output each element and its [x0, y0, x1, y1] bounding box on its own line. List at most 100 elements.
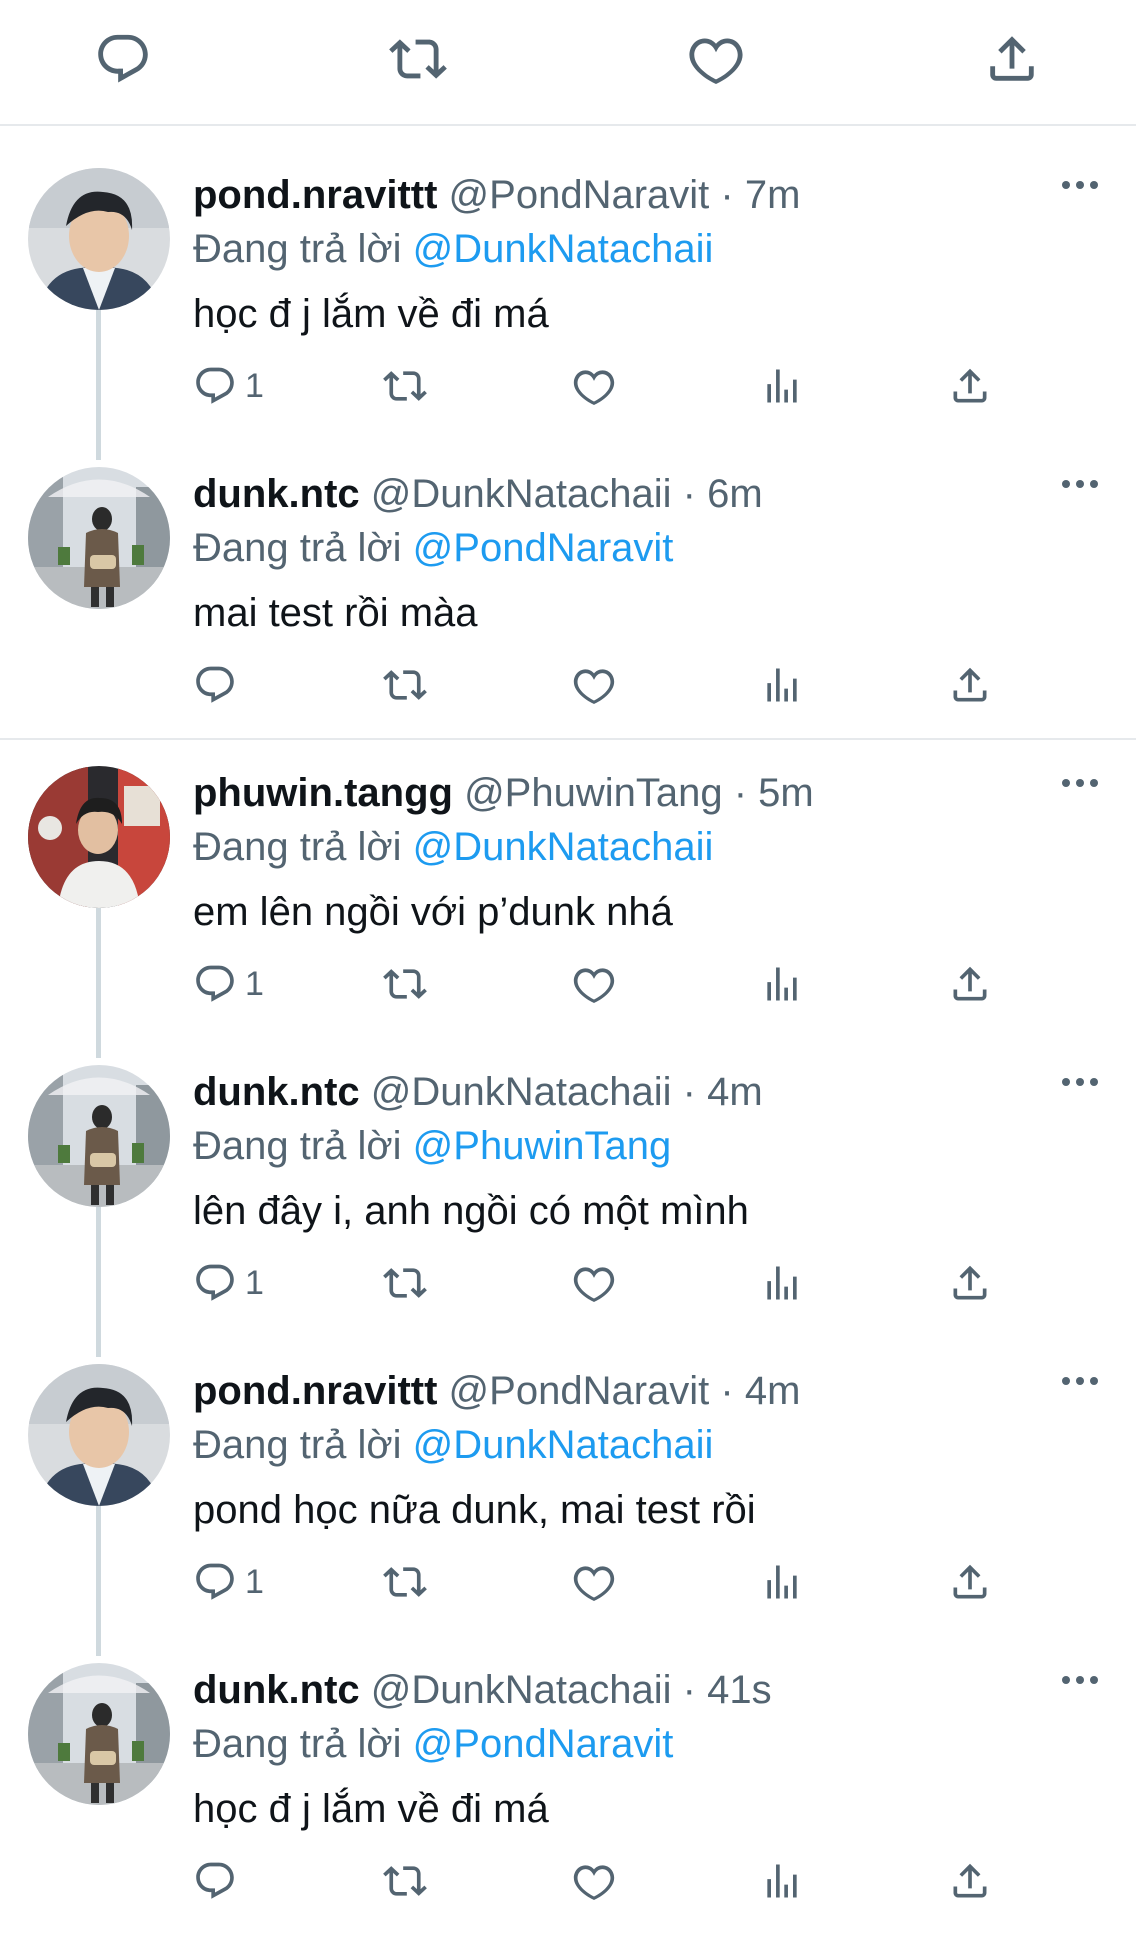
display-name[interactable]: dunk.ntc — [193, 472, 360, 516]
tweet[interactable]: pond.nravittt @PondNaravit · 7m Đang trả… — [0, 138, 1136, 438]
tweet-header: dunk.ntc @DunkNatachaii · 4m — [193, 1069, 763, 1115]
reply-button[interactable]: 1 — [193, 1260, 264, 1306]
timestamp[interactable]: · 5m — [734, 771, 814, 815]
views-icon — [760, 1261, 804, 1305]
display-name[interactable]: pond.nravittt — [193, 173, 437, 217]
tweet-actions — [0, 1858, 1136, 1908]
more-options-icon[interactable] — [1060, 1374, 1100, 1394]
reply-icon — [193, 1560, 237, 1604]
reply-icon[interactable] — [94, 30, 152, 88]
avatar[interactable] — [28, 467, 170, 609]
retweet-icon — [383, 962, 427, 1006]
tweet-text: pond học nữa dunk, mai test rồi — [193, 1488, 756, 1532]
replying-to-label: Đang trả lời — [193, 1124, 402, 1168]
user-handle[interactable]: @PondNaravit — [449, 1369, 710, 1413]
user-handle[interactable]: @DunkNatachaii — [371, 1070, 672, 1114]
share-icon — [948, 364, 992, 408]
user-handle[interactable]: @PondNaravit — [449, 173, 710, 217]
tweet[interactable]: pond.nravittt @PondNaravit · 4m Đang trả… — [0, 1334, 1136, 1634]
tweet-header: dunk.ntc @DunkNatachaii · 41s — [193, 1667, 772, 1713]
mention-link[interactable]: @DunkNatachaii — [413, 227, 714, 271]
share-icon[interactable] — [983, 30, 1041, 88]
like-button[interactable] — [572, 1559, 616, 1605]
replying-to-label: Đang trả lời — [193, 526, 402, 570]
tweet-text: lên đây i, anh ngồi có một mình — [193, 1189, 749, 1233]
timestamp[interactable]: · 4m — [683, 1070, 763, 1114]
display-name[interactable]: dunk.ntc — [193, 1668, 360, 1712]
retweet-icon — [383, 364, 427, 408]
user-handle[interactable]: @DunkNatachaii — [371, 472, 672, 516]
replying-to-label: Đang trả lời — [193, 1722, 402, 1766]
like-button[interactable] — [572, 1260, 616, 1306]
heart-icon — [572, 962, 616, 1006]
share-button[interactable] — [948, 662, 992, 708]
share-button[interactable] — [948, 1260, 992, 1306]
mention-link[interactable]: @DunkNatachaii — [413, 825, 714, 869]
retweet-button[interactable] — [383, 1858, 427, 1904]
user-handle[interactable]: @DunkNatachaii — [371, 1668, 672, 1712]
reply-button[interactable] — [193, 1858, 245, 1904]
reply-button[interactable]: 1 — [193, 961, 264, 1007]
tweet[interactable]: dunk.ntc @DunkNatachaii · 4m Đang trả lờ… — [0, 1035, 1136, 1335]
views-button[interactable] — [760, 662, 804, 708]
mention-link[interactable]: @PondNaravit — [413, 1722, 674, 1766]
display-name[interactable]: phuwin.tangg — [193, 771, 453, 815]
avatar[interactable] — [28, 766, 170, 908]
like-button[interactable] — [572, 1858, 616, 1904]
tweet-text: học đ j lắm về đi má — [193, 1787, 549, 1831]
more-options-icon[interactable] — [1060, 477, 1100, 497]
views-button[interactable] — [760, 1260, 804, 1306]
share-button[interactable] — [948, 961, 992, 1007]
like-button[interactable] — [572, 363, 616, 409]
timestamp[interactable]: · 41s — [683, 1668, 772, 1712]
tweet[interactable]: dunk.ntc @DunkNatachaii · 6m Đang trả lờ… — [0, 437, 1136, 737]
tweet-actions: 1 — [0, 1260, 1136, 1310]
timestamp[interactable]: · 6m — [683, 472, 763, 516]
share-button[interactable] — [948, 363, 992, 409]
retweet-button[interactable] — [383, 1260, 427, 1306]
views-button[interactable] — [760, 363, 804, 409]
tweet-text: em lên ngồi với p’dunk nhá — [193, 890, 673, 934]
mention-link[interactable]: @PhuwinTang — [413, 1124, 672, 1168]
retweet-button[interactable] — [383, 363, 427, 409]
more-options-icon[interactable] — [1060, 178, 1100, 198]
tweet[interactable]: dunk.ntc @DunkNatachaii · 41s Đang trả l… — [0, 1633, 1136, 1933]
avatar[interactable] — [28, 1065, 170, 1207]
share-button[interactable] — [948, 1858, 992, 1904]
avatar[interactable] — [28, 168, 170, 310]
avatar[interactable] — [28, 1663, 170, 1805]
timestamp[interactable]: · 7m — [720, 173, 800, 217]
reply-button[interactable]: 1 — [193, 1559, 264, 1605]
like-button[interactable] — [572, 662, 616, 708]
more-options-icon[interactable] — [1060, 776, 1100, 796]
heart-icon[interactable] — [687, 30, 745, 88]
tweet-header: dunk.ntc @DunkNatachaii · 6m — [193, 471, 763, 517]
user-handle[interactable]: @PhuwinTang — [464, 771, 723, 815]
retweet-button[interactable] — [383, 1559, 427, 1605]
more-options-icon[interactable] — [1060, 1075, 1100, 1095]
reply-button[interactable] — [193, 662, 245, 708]
tweet[interactable]: phuwin.tangg @PhuwinTang · 5m Đang trả l… — [0, 736, 1136, 1036]
retweet-button[interactable] — [383, 662, 427, 708]
replying-to: Đang trả lời @DunkNatachaii — [193, 824, 713, 870]
more-options-icon[interactable] — [1060, 1673, 1100, 1693]
mention-link[interactable]: @PondNaravit — [413, 526, 674, 570]
reply-button[interactable]: 1 — [193, 363, 264, 409]
share-button[interactable] — [948, 1559, 992, 1605]
views-button[interactable] — [760, 961, 804, 1007]
retweet-button[interactable] — [383, 961, 427, 1007]
timestamp[interactable]: · 4m — [720, 1369, 800, 1413]
tweet-action-bar — [0, 0, 1136, 126]
display-name[interactable]: dunk.ntc — [193, 1070, 360, 1114]
like-button[interactable] — [572, 961, 616, 1007]
views-button[interactable] — [760, 1559, 804, 1605]
display-name[interactable]: pond.nravittt — [193, 1369, 437, 1413]
views-button[interactable] — [760, 1858, 804, 1904]
retweet-icon — [383, 1859, 427, 1903]
tweet-actions — [0, 662, 1136, 712]
mention-link[interactable]: @DunkNatachaii — [413, 1423, 714, 1467]
avatar[interactable] — [28, 1364, 170, 1506]
reply-icon — [193, 1859, 237, 1903]
reply-icon — [193, 1261, 237, 1305]
retweet-icon[interactable] — [389, 30, 447, 88]
